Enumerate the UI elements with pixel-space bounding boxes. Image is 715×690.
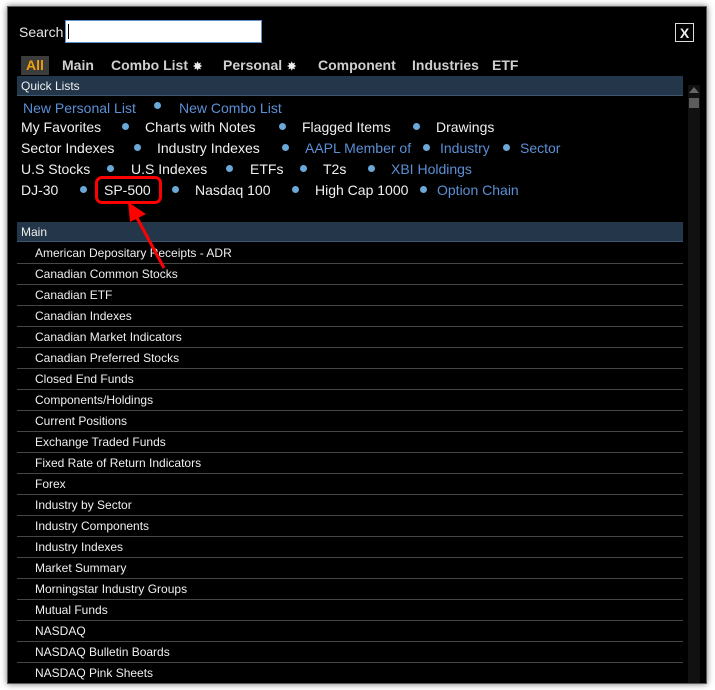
quick-list-drawings[interactable]: Drawings bbox=[436, 119, 494, 136]
bullet-icon bbox=[80, 186, 87, 193]
list-item[interactable]: Industry Indexes bbox=[17, 537, 683, 558]
list-item[interactable]: Market Summary bbox=[17, 558, 683, 579]
search-label: Search bbox=[19, 24, 64, 40]
annotation-highlight-box bbox=[95, 176, 162, 204]
quick-list-flagged-items[interactable]: Flagged Items bbox=[302, 119, 391, 136]
list-item[interactable]: Forex bbox=[17, 474, 683, 495]
tab-component[interactable]: Component bbox=[318, 57, 396, 74]
tab-industries-label: Industries bbox=[412, 57, 479, 73]
search-input[interactable] bbox=[65, 20, 262, 43]
bullet-icon bbox=[226, 165, 233, 172]
list-item[interactable]: Canadian ETF bbox=[17, 285, 683, 306]
tab-main[interactable]: Main bbox=[62, 57, 94, 74]
list-item[interactable]: Canadian Common Stocks bbox=[17, 264, 683, 285]
bullet-icon bbox=[172, 186, 179, 193]
tab-main-label: Main bbox=[62, 57, 94, 73]
bullet-icon bbox=[122, 123, 129, 130]
tab-personal-label: Personal bbox=[223, 57, 283, 73]
tab-combo-list[interactable]: Combo List ✸ bbox=[111, 57, 202, 76]
bullet-icon bbox=[413, 123, 420, 130]
bullet-icon bbox=[423, 144, 430, 151]
list-item[interactable]: Components/Holdings bbox=[17, 390, 683, 411]
main-list-header: Main bbox=[17, 222, 683, 242]
list-item[interactable]: Canadian Market Indicators bbox=[17, 327, 683, 348]
bullet-icon bbox=[279, 123, 286, 130]
bullet-icon bbox=[282, 144, 289, 151]
quick-list-industry-indexes[interactable]: Industry Indexes bbox=[157, 140, 260, 157]
tab-industries[interactable]: Industries bbox=[412, 57, 479, 74]
quick-list-charts-with-notes[interactable]: Charts with Notes bbox=[145, 119, 255, 136]
quick-list-xbi-holdings[interactable]: XBI Holdings bbox=[391, 161, 472, 178]
personal-star-icon: ✸ bbox=[287, 61, 297, 73]
list-item[interactable]: NASDAQ Bulletin Boards bbox=[17, 642, 683, 663]
combo-list-star-icon: ✸ bbox=[193, 61, 203, 73]
quick-list-new-personal-list[interactable]: New Personal List bbox=[23, 100, 136, 117]
list-item[interactable]: NASDAQ Pink Sheets bbox=[17, 663, 683, 683]
list-item[interactable]: NASDAQ bbox=[17, 621, 683, 642]
tab-component-label: Component bbox=[318, 57, 396, 73]
bullet-icon bbox=[368, 165, 375, 172]
scroll-thumb[interactable] bbox=[689, 98, 699, 108]
close-button[interactable]: X bbox=[675, 23, 694, 42]
quick-list-new-combo-list[interactable]: New Combo List bbox=[179, 100, 282, 117]
list-item[interactable]: Canadian Indexes bbox=[17, 306, 683, 327]
tab-combo-list-label: Combo List bbox=[111, 57, 188, 73]
bullet-icon bbox=[134, 144, 141, 151]
quick-list-sector[interactable]: Sector bbox=[520, 140, 560, 157]
quick-list-option-chain[interactable]: Option Chain bbox=[437, 182, 519, 199]
list-item[interactable]: Mutual Funds bbox=[17, 600, 683, 621]
list-item[interactable]: Fixed Rate of Return Indicators bbox=[17, 453, 683, 474]
quick-list-sector-indexes[interactable]: Sector Indexes bbox=[21, 140, 114, 157]
bullet-icon bbox=[420, 186, 427, 193]
quick-list-dj-30[interactable]: DJ-30 bbox=[21, 182, 58, 199]
list-item[interactable]: Exchange Traded Funds bbox=[17, 432, 683, 453]
quick-list-etfs[interactable]: ETFs bbox=[250, 161, 283, 178]
symbol-list-window: Search X All Main Combo List ✸ Personal ✸ … bbox=[7, 6, 707, 684]
list-item[interactable]: American Depositary Receipts - ADR bbox=[17, 243, 683, 264]
quick-list-high-cap-1000[interactable]: High Cap 1000 bbox=[315, 182, 408, 199]
tab-etf-label: ETF bbox=[492, 57, 519, 73]
list-item[interactable]: Morningstar Industry Groups bbox=[17, 579, 683, 600]
tab-all-label: All bbox=[26, 57, 44, 73]
quick-list-industry[interactable]: Industry bbox=[440, 140, 490, 157]
list-item[interactable]: Industry by Sector bbox=[17, 495, 683, 516]
bullet-icon bbox=[107, 165, 114, 172]
list-item[interactable]: Current Positions bbox=[17, 411, 683, 432]
list-item[interactable]: Closed End Funds bbox=[17, 369, 683, 390]
quick-list-aapl-member-of[interactable]: AAPL Member of bbox=[305, 140, 411, 157]
scroll-up-arrow-icon[interactable] bbox=[689, 87, 699, 93]
quick-list-us-stocks[interactable]: U.S Stocks bbox=[21, 161, 90, 178]
quick-list-my-favorites[interactable]: My Favorites bbox=[21, 119, 101, 136]
quick-lists-header: Quick Lists bbox=[17, 76, 683, 96]
list-item[interactable]: Canadian Preferred Stocks bbox=[17, 348, 683, 369]
bullet-icon bbox=[503, 144, 510, 151]
list-item[interactable]: Industry Components bbox=[17, 516, 683, 537]
vertical-scrollbar[interactable] bbox=[688, 85, 700, 683]
bullet-icon bbox=[154, 102, 161, 109]
bullet-icon bbox=[292, 186, 299, 193]
bullet-icon bbox=[300, 165, 307, 172]
quick-list-t2s[interactable]: T2s bbox=[323, 161, 346, 178]
tab-etf[interactable]: ETF bbox=[492, 57, 518, 74]
tab-all[interactable]: All bbox=[21, 56, 49, 75]
quick-list-nasdaq-100[interactable]: Nasdaq 100 bbox=[195, 182, 271, 199]
tab-personal[interactable]: Personal ✸ bbox=[223, 57, 296, 76]
